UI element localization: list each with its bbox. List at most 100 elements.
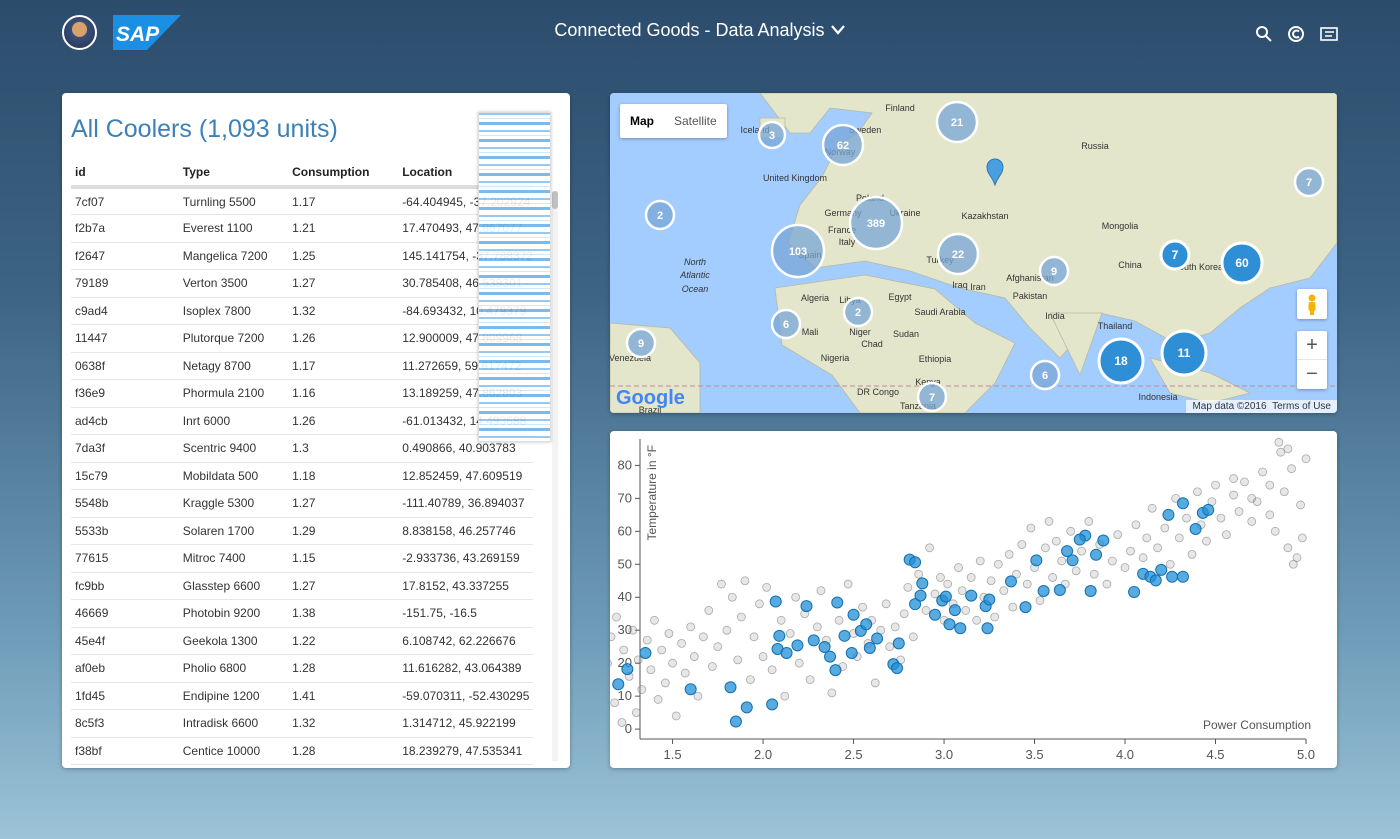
map-cluster-marker[interactable]: 9 — [625, 327, 657, 359]
map-cluster-marker[interactable]: 18 — [1097, 337, 1145, 385]
scatter-point-highlighted[interactable] — [983, 593, 996, 606]
scatter-point-highlighted[interactable] — [729, 715, 742, 728]
scatter-point-highlighted[interactable] — [847, 608, 860, 621]
table-row[interactable]: 5533b Solaren 1700 1.29 8.838158, 46.257746 — [71, 517, 533, 545]
scatter-point-highlighted[interactable] — [943, 618, 956, 631]
scatter-point-highlighted[interactable] — [1166, 570, 1179, 583]
search-icon[interactable] — [1255, 25, 1273, 43]
table-row[interactable]: 11447 Plutorque 7200 1.26 12.900009, 47.809… — [71, 324, 533, 353]
scatter-point-highlighted[interactable] — [845, 646, 858, 659]
scatter-point-highlighted[interactable] — [1149, 574, 1162, 587]
table-row[interactable]: 5548b Kraggle 5300 1.27 -111.40789, 36.8940… — [71, 489, 533, 518]
map-type-satellite-button[interactable]: Satellite — [664, 104, 727, 138]
scatter-point-highlighted[interactable] — [1037, 584, 1050, 597]
app-title-menu[interactable]: Connected Goods - Data Analysis — [0, 19, 1400, 41]
scatter-point-highlighted[interactable] — [892, 637, 905, 650]
scatter-point-highlighted[interactable] — [780, 646, 793, 659]
google-logo[interactable]: Google — [616, 387, 685, 410]
zoom-out-button[interactable]: − — [1297, 360, 1327, 389]
scatter-point-highlighted[interactable] — [824, 650, 837, 663]
map-cluster-marker[interactable]: 11 — [1160, 329, 1208, 377]
scatter-point-highlighted[interactable] — [1019, 601, 1032, 614]
table-overview-minimap[interactable] — [478, 112, 551, 442]
map-cluster-marker[interactable]: 2 — [644, 199, 676, 231]
map-cluster-marker[interactable]: 389 — [848, 195, 904, 251]
table-row[interactable]: ad4cb Inrt 6000 1.26 -61.013432, 14.493688 — [71, 407, 533, 435]
table-scrollbar[interactable] — [552, 191, 558, 761]
map-card[interactable]: FinlandSwedenIcelandNorwayRussiaUnited K… — [610, 93, 1337, 413]
column-header-id[interactable]: id — [71, 159, 179, 189]
map-cluster-marker[interactable]: 7 — [916, 381, 948, 413]
scatter-point-highlighted[interactable] — [684, 683, 697, 696]
scatter-point-highlighted[interactable] — [1030, 554, 1043, 567]
scatter-point-highlighted[interactable] — [1189, 523, 1202, 535]
scatter-point-highlighted[interactable] — [807, 634, 820, 647]
map-cluster-marker[interactable]: 7 — [1293, 166, 1325, 198]
scatter-point-highlighted[interactable] — [1176, 497, 1189, 510]
column-header-type[interactable]: Type — [178, 159, 289, 189]
scatter-point-highlighted[interactable] — [773, 629, 786, 642]
table-row[interactable]: fc9bb Glasstep 6600 1.27 17.8152, 43.337255 — [71, 572, 533, 600]
table-row[interactable]: 7cf07 Turnling 5500 1.17 -64.404945, -37.20… — [71, 187, 533, 215]
scatter-point-highlighted[interactable] — [1162, 508, 1175, 521]
map-type-map-button[interactable]: Map — [620, 104, 664, 138]
copyright-icon[interactable] — [1287, 25, 1305, 43]
map-cluster-marker[interactable]: 21 — [935, 100, 979, 144]
scatter-point-highlighted[interactable] — [1066, 554, 1079, 567]
street-view-pegman-icon[interactable] — [1297, 289, 1327, 319]
scatter-point-highlighted[interactable] — [612, 678, 625, 691]
table-row[interactable]: c9ad4 Isoplex 7800 1.32 -84.693432, 10.4793… — [71, 297, 533, 325]
scatter-point-highlighted[interactable] — [1155, 563, 1168, 576]
scatter-point-highlighted[interactable] — [916, 577, 929, 590]
table-row[interactable]: 1fd45 Endipine 1200 1.41 -59.070311, -52.43… — [71, 682, 533, 710]
scatter-point-highlighted[interactable] — [981, 622, 994, 635]
table-row[interactable]: f38bf Centice 10000 1.28 18.239279, 47.5353… — [71, 737, 533, 765]
scatter-point-highlighted[interactable] — [948, 604, 961, 617]
table-row[interactable]: 79189 Verton 3500 1.27 30.785408, 46.539301 — [71, 269, 533, 298]
scatter-point-highlighted[interactable] — [740, 701, 753, 714]
scatter-point-highlighted[interactable] — [939, 590, 952, 603]
map-cluster-marker[interactable]: 62 — [821, 123, 865, 167]
scatter-point-highlighted[interactable] — [1202, 503, 1215, 516]
scatter-point-highlighted[interactable] — [831, 596, 844, 609]
scatter-point-highlighted[interactable] — [954, 622, 967, 635]
scatter-point-highlighted[interactable] — [838, 629, 851, 642]
table-row[interactable]: 0638f Netagy 8700 1.17 11.272659, 59.617472 — [71, 352, 533, 380]
scatter-point-highlighted[interactable] — [791, 639, 804, 652]
table-row[interactable]: 77615 Mitroc 7400 1.15 -2.933736, 43.269159 — [71, 544, 533, 573]
scatter-point-highlighted[interactable] — [863, 642, 876, 655]
map-cluster-marker[interactable]: 2 — [842, 296, 874, 328]
scatter-point-highlighted[interactable] — [1176, 570, 1189, 583]
scatter-point-highlighted[interactable] — [1053, 583, 1066, 596]
scatter-point-highlighted[interactable] — [769, 595, 782, 608]
table-row[interactable]: f2b7a Everest 1100 1.21 17.470493, 47.86707… — [71, 214, 533, 243]
scatter-point-highlighted[interactable] — [800, 600, 813, 613]
map-cluster-marker[interactable]: 103 — [770, 223, 826, 279]
scatter-point-highlighted[interactable] — [1005, 575, 1018, 588]
map-cluster-marker[interactable]: 9 — [1038, 255, 1070, 287]
scatter-point-highlighted[interactable] — [1084, 584, 1097, 597]
scatter-point-highlighted[interactable] — [965, 589, 978, 602]
scatter-point-highlighted[interactable] — [1128, 585, 1141, 598]
table-row[interactable]: f2647 Mangelica 7200 1.25 145.141754, -37.7… — [71, 242, 533, 270]
table-row[interactable]: 7da3f Scentric 9400 1.3 0.490866, 40.903783 — [71, 434, 533, 463]
zoom-in-button[interactable]: + — [1297, 331, 1327, 360]
world-map[interactable]: FinlandSwedenIcelandNorwayRussiaUnited K… — [610, 93, 1337, 413]
scatter-point-highlighted[interactable] — [621, 663, 634, 676]
map-cluster-marker[interactable]: 3 — [757, 120, 787, 150]
terms-of-use-link[interactable]: Terms of Use — [1272, 401, 1331, 412]
map-cluster-marker[interactable]: 6 — [1029, 359, 1061, 391]
scatter-point-highlighted[interactable] — [1073, 533, 1086, 546]
map-cluster-marker[interactable]: 60 — [1220, 241, 1264, 285]
table-row[interactable]: 46669 Photobin 9200 1.38 -151.75, -16.5 — [71, 599, 533, 628]
scatter-point-highlighted[interactable] — [890, 662, 903, 675]
map-cluster-marker[interactable]: 6 — [770, 308, 802, 340]
scatter-point-highlighted[interactable] — [909, 556, 922, 569]
menu-icon[interactable] — [1320, 25, 1338, 43]
table-row[interactable]: af0eb Pholio 6800 1.28 11.616282, 43.064389 — [71, 654, 533, 683]
map-cluster-marker[interactable]: 7 — [1159, 239, 1191, 271]
scatter-point-highlighted[interactable] — [1090, 548, 1103, 561]
map-cluster-marker[interactable]: 22 — [936, 232, 980, 276]
scatter-point-highlighted[interactable] — [871, 632, 884, 645]
scatter-point-highlighted[interactable] — [766, 698, 779, 711]
